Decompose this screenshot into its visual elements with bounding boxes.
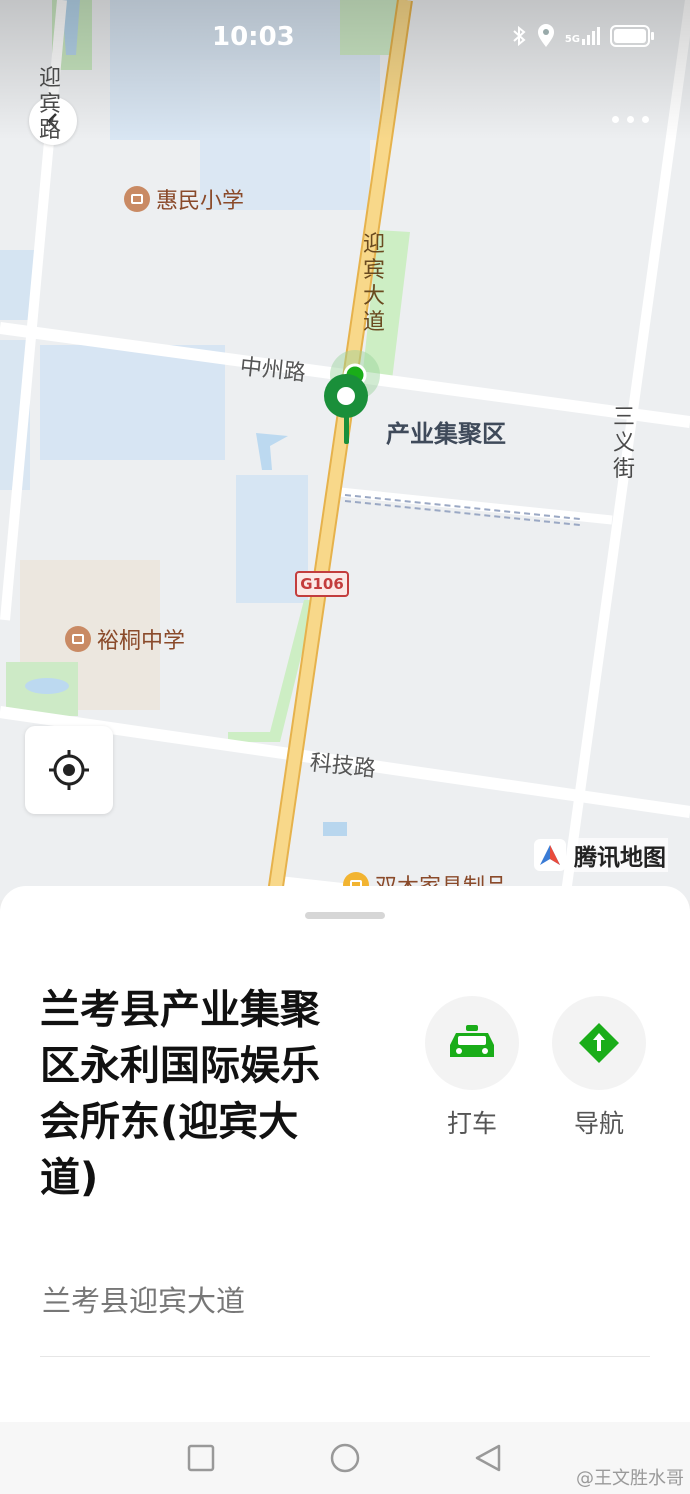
taxi-icon — [450, 1025, 494, 1057]
home-button[interactable] — [325, 1438, 365, 1478]
status-bar: 10:03 5G — [0, 0, 690, 80]
highway-shield: G106 — [295, 571, 349, 597]
signal-icon: 5G — [565, 27, 600, 45]
taxi-button[interactable]: 打车 — [424, 996, 520, 1140]
road-label-yingbin-avenue: 迎宾大道 — [362, 232, 385, 335]
tencent-map-logo-icon — [534, 839, 566, 871]
location-icon — [537, 24, 554, 47]
sheet-drag-handle[interactable] — [305, 912, 385, 919]
poi-label: 裕桐中学 — [97, 629, 186, 654]
school-icon — [65, 626, 91, 652]
status-time: 10:03 — [212, 22, 295, 52]
locate-me-button[interactable] — [25, 726, 113, 814]
circle-icon — [330, 1443, 360, 1473]
watermark: @王文胜水哥 — [576, 1468, 684, 1489]
navigation-icon — [579, 1023, 619, 1063]
navigate-button[interactable]: 导航 — [551, 996, 647, 1140]
network-type: 5G — [564, 34, 580, 45]
square-icon — [187, 1444, 215, 1472]
road-label-zhongzhou: 中州路 — [238, 354, 307, 387]
road-label-yingbin-road: 迎宾路 — [38, 66, 61, 143]
place-title: 兰考县产业集聚区永利国际娱乐会所东(迎宾大道) — [40, 987, 320, 1201]
area-label: 产业集聚区 — [386, 420, 506, 448]
map-view[interactable]: 10:03 5G 迎宾路 迎宾大道 中州路 科技路 三义街 产业集聚区 惠民小学… — [0, 0, 690, 900]
poi-label: 惠民小学 — [156, 189, 245, 214]
road-label-keji: 科技路 — [308, 750, 377, 783]
road-label-sanyi: 三义街 — [612, 405, 635, 482]
more-options-button[interactable] — [612, 104, 662, 134]
brand-label: 腾讯地图 — [572, 838, 668, 872]
recent-apps-button[interactable] — [181, 1438, 221, 1478]
poi-yutong-school[interactable]: 裕桐中学 — [65, 623, 185, 655]
poi-huimin-school[interactable]: 惠民小学 — [124, 183, 244, 215]
place-detail-sheet: 兰考县产业集聚区永利国际娱乐会所东(迎宾大道) 打车 导航 兰考县迎宾大道 — [0, 886, 690, 1422]
school-icon — [124, 186, 150, 212]
navigate-label: 导航 — [573, 1109, 624, 1138]
place-address: 兰考县迎宾大道 — [42, 1284, 246, 1318]
back-nav-button[interactable] — [468, 1438, 508, 1478]
bluetooth-icon — [513, 25, 526, 47]
battery-icon — [610, 25, 654, 47]
divider — [40, 1356, 650, 1357]
map-brand: 腾讯地图 — [534, 838, 668, 872]
taxi-label: 打车 — [446, 1109, 497, 1138]
crosshair-icon — [49, 750, 89, 790]
triangle-back-icon — [475, 1444, 501, 1472]
